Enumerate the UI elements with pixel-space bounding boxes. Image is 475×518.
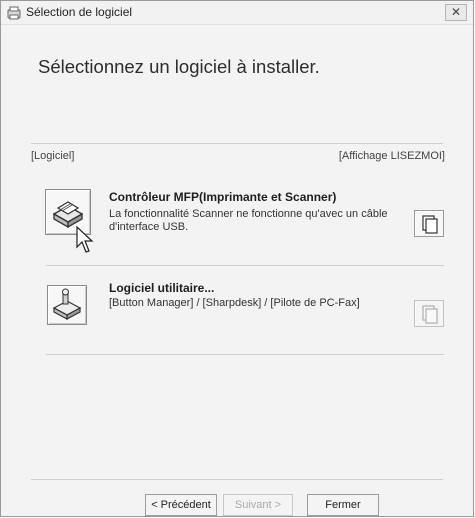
mouse-cursor-icon: [76, 225, 94, 253]
mfp-driver-title: Contrôleur MFP(Imprimante et Scanner): [109, 190, 337, 204]
utility-readme-button[interactable]: [414, 300, 444, 327]
page-heading: Sélectionnez un logiciel à installer.: [38, 56, 320, 77]
software-column-label: [Logiciel]: [31, 150, 75, 162]
previous-button[interactable]: < Précédent: [145, 494, 217, 516]
utility-software-description: [Button Manager] / [Sharpdesk] / [Pilote…: [109, 297, 360, 309]
mfp-driver-description-line1: La fonctionnalité Scanner ne fonctionne …: [109, 208, 388, 220]
document-icon: [422, 305, 438, 324]
mfp-readme-button[interactable]: [414, 210, 444, 237]
close-button[interactable]: ✕: [445, 4, 467, 21]
installer-window: Sélection de logiciel ✕ Sélectionnez un …: [0, 0, 474, 517]
utility-software-icon: [52, 288, 82, 321]
divider-top: [31, 143, 443, 144]
close-dialog-button[interactable]: Fermer: [307, 494, 379, 516]
document-icon: [422, 215, 438, 234]
app-icon: [7, 6, 21, 20]
divider-option-2: [46, 354, 444, 355]
divider-option-1: [46, 265, 444, 266]
title-bar: Sélection de logiciel ✕: [1, 1, 473, 25]
footer-divider: [31, 479, 443, 480]
utility-software-button[interactable]: [47, 285, 87, 325]
readme-column-label: [Affichage LISEZMOI]: [338, 150, 445, 162]
window-title: Sélection de logiciel: [26, 5, 133, 19]
mfp-driver-description-line2: d'interface USB.: [109, 221, 189, 233]
utility-software-title: Logiciel utilitaire...: [109, 281, 215, 295]
next-button[interactable]: Suivant >: [223, 494, 293, 516]
